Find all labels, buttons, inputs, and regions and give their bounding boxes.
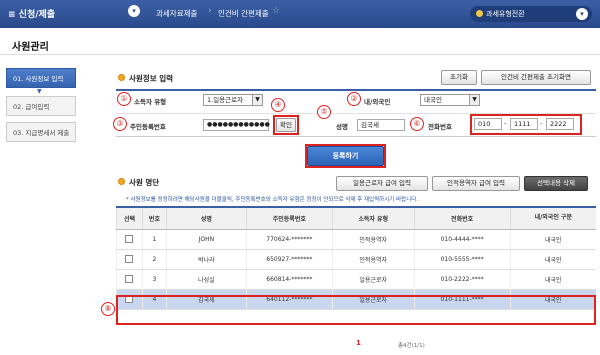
- divider: [0, 54, 600, 55]
- chevron-down-icon[interactable]: ▾: [576, 8, 588, 20]
- marker-2: ②: [347, 92, 361, 106]
- guide-button[interactable]: 과세유형전환 ▾: [470, 6, 592, 22]
- row-checkbox[interactable]: [125, 235, 134, 243]
- marker-5: ⑤: [317, 105, 331, 119]
- header-select: 선택: [116, 206, 143, 230]
- bullet-icon: [118, 178, 125, 185]
- status-dot-icon: [476, 10, 483, 17]
- header-name: 성명: [165, 206, 247, 230]
- phone-label: 전화번호: [428, 123, 452, 131]
- chevron-down-icon[interactable]: ▼: [469, 95, 479, 105]
- income-type-value: 1.일용근로자: [207, 96, 244, 104]
- employee-table: 선택 번호 성명 주민등록번호 소득자 유형 전화번호 내/외국인 구분 1 J…: [116, 206, 596, 310]
- row-income-type: 인적용역자: [331, 229, 415, 250]
- page-title: 사원관리: [12, 42, 49, 53]
- menu-title[interactable]: ≡ 신청/제출: [8, 7, 55, 20]
- phone-part-2-input[interactable]: 1111: [510, 118, 538, 130]
- section-title-employee-list: 사원 명단: [129, 178, 160, 187]
- pagination-current-page[interactable]: 1: [356, 339, 361, 347]
- row-rrn: 770624-*******: [245, 229, 333, 250]
- row-nationality: 내국인: [509, 229, 596, 250]
- name-input[interactable]: 김국세: [357, 119, 405, 131]
- row-phone: 010-2222-****: [413, 269, 511, 290]
- phone-dash: -: [540, 119, 543, 127]
- reset-button[interactable]: 초기화: [441, 70, 477, 85]
- row-income-type: 일용근로자: [331, 269, 415, 290]
- chevron-down-icon[interactable]: ▼: [252, 95, 262, 105]
- marker-3: ③: [113, 117, 127, 131]
- header-nationality: 내/외국인 구분: [509, 206, 596, 230]
- nationality-value: 내국인: [424, 96, 442, 104]
- row-phone: 010-4444-****: [413, 229, 511, 250]
- table-row[interactable]: 1 JOHN 770624-******* 인적용역자 010-4444-***…: [116, 229, 596, 250]
- row-name: 박나라: [165, 249, 247, 270]
- marker-1: ①: [117, 92, 131, 106]
- row-nationality: 내국인: [509, 269, 596, 290]
- delete-selected-button[interactable]: 선택내용 삭제: [524, 176, 588, 191]
- row-income-type: 인적용역자: [331, 249, 415, 270]
- breadcrumb-item-simple-submit[interactable]: 인건비 간편제출: [218, 8, 269, 19]
- row-number: 3: [141, 269, 167, 290]
- marker-4: ④: [271, 98, 285, 112]
- row-phone: 010-5555-****: [413, 249, 511, 270]
- row-number: 2: [141, 249, 167, 270]
- star-icon[interactable]: ☆: [272, 6, 280, 16]
- phone-dash: -: [504, 119, 507, 127]
- row-nationality: 내국인: [509, 249, 596, 270]
- rrn-label: 주민등록번호: [130, 123, 166, 131]
- phone-part-1-input[interactable]: 010: [474, 118, 502, 130]
- pagination-count: 총4건(1/1): [398, 343, 425, 349]
- section-title-employee-info: 사원정보 입력: [129, 74, 174, 83]
- income-type-select[interactable]: 1.일용근로자 ▼: [203, 94, 263, 106]
- sidebar-item-salary[interactable]: 02. 급여입력: [6, 96, 76, 116]
- row-name: JOHN: [165, 229, 247, 250]
- arrow-down-icon: ▼: [37, 88, 42, 95]
- table-header-row: 선택 번호 성명 주민등록번호 소득자 유형 전화번호 내/외국인 구분: [116, 206, 596, 230]
- nationality-label: 내/외국인: [364, 98, 391, 106]
- header-rrn: 주민등록번호: [245, 206, 333, 230]
- nationality-select[interactable]: 내국인 ▼: [420, 94, 480, 106]
- reset-screen-button[interactable]: 인건비 간편제출 초기화면: [481, 70, 591, 85]
- row-checkbox[interactable]: [125, 255, 134, 263]
- sidebar-item-statement[interactable]: 03. 지급명세서 제출: [6, 122, 76, 142]
- register-button[interactable]: 등록하기: [307, 146, 384, 166]
- rrn-confirm-button[interactable]: 확인: [276, 118, 296, 132]
- list-note: * 사원정보를 정정하려면 해당사원을 더블클릭, 주민등록번호와 소득자 유형…: [126, 197, 419, 203]
- row-number: 1: [141, 229, 167, 250]
- guide-button-label: 과세유형전환: [486, 10, 525, 18]
- marker-6: ⑥: [410, 117, 424, 131]
- row-name: 나성실: [165, 269, 247, 290]
- header-number: 번호: [141, 206, 167, 230]
- header-phone: 전화번호: [413, 206, 511, 230]
- table-row[interactable]: 2 박나라 650927-******* 인적용역자 010-5555-****…: [116, 249, 596, 270]
- breadcrumb-item-tax-data[interactable]: 과세자료제출: [156, 8, 197, 19]
- breadcrumb-separator-icon: ›: [208, 6, 212, 16]
- table-row[interactable]: 3 나성실 660814-******* 일용근로자 010-2222-****…: [116, 269, 596, 290]
- phone-part-3-input[interactable]: 2222: [546, 118, 574, 130]
- sidebar-item-employee-info[interactable]: 01. 사원정보 입력: [6, 68, 76, 88]
- row-checkbox[interactable]: [125, 275, 134, 283]
- header-income-type: 소득자 유형: [331, 206, 415, 230]
- business-salary-button[interactable]: 인적용역자 급여 입력: [432, 176, 520, 191]
- income-type-label: 소득자 유형: [134, 98, 167, 106]
- bullet-icon: [118, 74, 125, 81]
- chevron-down-icon[interactable]: ▾: [128, 5, 140, 17]
- row-rrn: 660814-*******: [245, 269, 333, 290]
- selected-row-highlight: [116, 295, 596, 325]
- top-navigation-bar: ≡ 신청/제출 ▾ 과세자료제출 › 인건비 간편제출 ☆ 과세유형전환 ▾: [0, 0, 600, 28]
- name-label: 성명: [336, 123, 348, 131]
- marker-8: ⑧: [101, 302, 115, 316]
- row-rrn: 650927-*******: [245, 249, 333, 270]
- rrn-input[interactable]: ●●●●●●●●●●●●: [203, 119, 270, 131]
- daily-salary-button[interactable]: 일용근로자 급여 입력: [336, 176, 428, 191]
